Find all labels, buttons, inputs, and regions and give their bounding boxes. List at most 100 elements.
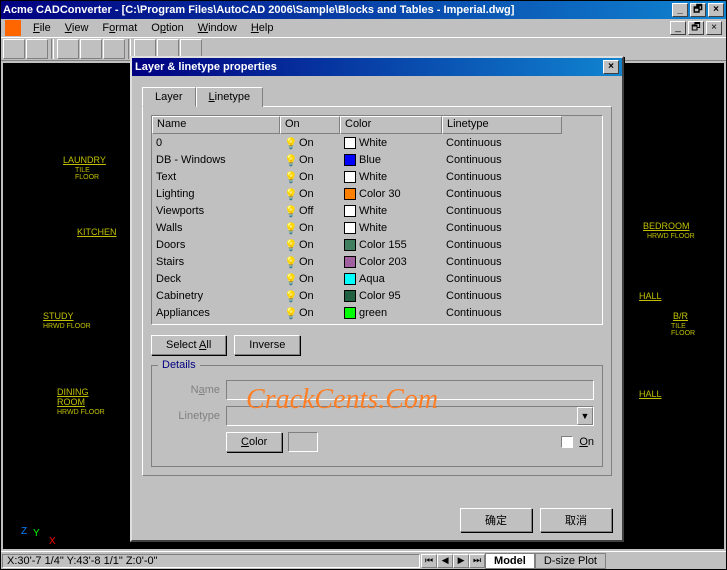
column-header-color[interactable]: Color (340, 116, 442, 134)
layer-row[interactable]: Deck💡OnAquaContinuous (152, 270, 602, 287)
toolbar-button[interactable] (26, 39, 48, 59)
layer-row[interactable]: Doors💡OnColor 155Continuous (152, 236, 602, 253)
layer-on-cell: 💡On (280, 137, 340, 149)
bulb-icon: 💡 (284, 188, 296, 200)
layer-color-cell: Color 203 (340, 256, 442, 268)
tab-nav-next[interactable]: ▶ (453, 554, 469, 568)
layer-name-cell: Appliances (152, 307, 280, 319)
bulb-icon: 💡 (284, 273, 296, 285)
layer-color-cell: White (340, 205, 442, 217)
color-swatch-icon (344, 290, 356, 302)
layer-name-cell: Stairs (152, 256, 280, 268)
layer-row[interactable]: DB - Windows💡OnBlueContinuous (152, 151, 602, 168)
room-label: B/R (673, 311, 688, 321)
dialog-close-button[interactable]: × (603, 60, 619, 74)
color-swatch-icon (344, 137, 356, 149)
layer-color-cell: Blue (340, 154, 442, 166)
tab-nav-first[interactable]: ⏮ (421, 554, 437, 568)
maximize-button[interactable]: 🗗 (690, 3, 706, 17)
inverse-button[interactable]: Inverse (234, 335, 300, 355)
layer-linetype-cell: Continuous (442, 222, 562, 234)
layer-color-cell: Aqua (340, 273, 442, 285)
column-header-name[interactable]: Name (152, 116, 280, 134)
layer-name-cell: Deck (152, 273, 280, 285)
room-sublabel: HRWD FLOOR (57, 409, 105, 416)
tab-nav-last[interactable]: ⏭ (469, 554, 485, 568)
menu-view[interactable]: View (59, 21, 95, 35)
layer-on-cell: 💡On (280, 188, 340, 200)
bulb-icon: 💡 (284, 256, 296, 268)
layer-row[interactable]: Cabinetry💡OnColor 95Continuous (152, 287, 602, 304)
column-header-on[interactable]: On (280, 116, 340, 134)
color-swatch-icon (344, 256, 356, 268)
room-label: DININGROOM (57, 387, 89, 407)
minimize-button[interactable]: _ (672, 3, 688, 17)
room-sublabel: TILEFLOOR (75, 167, 99, 181)
layer-linetype-cell: Continuous (442, 256, 562, 268)
layer-row[interactable]: Power💡OnFuchsiaContinuous (152, 321, 602, 324)
color-button[interactable]: Color (226, 432, 282, 452)
menu-help[interactable]: Help (245, 21, 280, 35)
ucs-z-axis: Z (21, 526, 27, 537)
linetype-label: Linetype (160, 410, 220, 422)
mdi-minimize-button[interactable]: _ (670, 21, 686, 35)
bulb-icon: 💡 (284, 171, 296, 183)
details-group: Details Name Linetype ▼ Color On (151, 365, 603, 467)
layout-tab-model[interactable]: Model (485, 553, 535, 569)
on-checkbox[interactable] (561, 436, 573, 448)
layer-row[interactable]: Stairs💡OnColor 203Continuous (152, 253, 602, 270)
toolbar-button[interactable] (57, 39, 79, 59)
cancel-button[interactable]: 取消 (540, 508, 612, 532)
menu-format[interactable]: Format (96, 21, 143, 35)
layer-row[interactable]: Walls💡OnWhiteContinuous (152, 219, 602, 236)
layer-row[interactable]: Appliances💡OngreenContinuous (152, 304, 602, 321)
layout-tab-dsize[interactable]: D-size Plot (535, 553, 606, 569)
name-field[interactable] (226, 380, 594, 400)
menu-option[interactable]: Option (145, 21, 189, 35)
room-label: LAUNDRY (63, 155, 106, 165)
bulb-icon: 💡 (284, 137, 296, 149)
layer-linetype-cell: Continuous (442, 171, 562, 183)
column-header-linetype[interactable]: Linetype (442, 116, 562, 134)
layer-row[interactable]: 0💡OnWhiteContinuous (152, 134, 602, 151)
layer-on-cell: 💡On (280, 222, 340, 234)
menu-window[interactable]: Window (192, 21, 243, 35)
tab-nav-prev[interactable]: ◀ (437, 554, 453, 568)
layer-row[interactable]: Lighting💡OnColor 30Continuous (152, 185, 602, 202)
title-bar: Acme CADConverter - [C:\Program Files\Au… (1, 1, 726, 19)
tab-layer[interactable]: Layer (142, 87, 196, 107)
ok-button[interactable]: 确定 (460, 508, 532, 532)
toolbar-button[interactable] (3, 39, 25, 59)
mdi-close-button[interactable]: × (706, 21, 722, 35)
layer-on-cell: 💡On (280, 239, 340, 251)
mdi-restore-button[interactable]: 🗗 (688, 21, 704, 35)
tab-linetype[interactable]: Linetype (196, 87, 264, 107)
select-all-button[interactable]: Select All (151, 335, 226, 355)
layer-name-cell: Walls (152, 222, 280, 234)
layer-on-cell: 💡On (280, 324, 340, 325)
layer-name-cell: Cabinetry (152, 290, 280, 302)
app-icon (5, 20, 21, 36)
close-button[interactable]: × (708, 3, 724, 17)
toolbar-button[interactable] (80, 39, 102, 59)
color-swatch-icon (344, 171, 356, 183)
color-swatch-icon (344, 307, 356, 319)
layer-grid-body[interactable]: 0💡OnWhiteContinuousDB - Windows💡OnBlueCo… (152, 134, 602, 324)
layer-on-cell: 💡On (280, 256, 340, 268)
color-swatch-icon (344, 154, 356, 166)
room-label: BEDROOM (643, 221, 690, 231)
layer-on-cell: 💡On (280, 154, 340, 166)
on-label: On (579, 436, 594, 448)
color-swatch-field[interactable] (288, 432, 318, 452)
room-sublabel: TILEFLOOR (671, 323, 695, 337)
dialog-title-bar[interactable]: Layer & linetype properties × (132, 58, 622, 76)
toolbar-button[interactable] (103, 39, 125, 59)
layer-row[interactable]: Viewports💡OffWhiteContinuous (152, 202, 602, 219)
menu-file[interactable]: File (27, 21, 57, 35)
room-label: HALL (639, 389, 662, 399)
linetype-combo[interactable]: ▼ (226, 406, 594, 426)
status-bar: X:30'-7 1/4" Y:43'-8 1/1" Z:0'-0" ⏮ ◀ ▶ … (1, 551, 726, 569)
layer-row[interactable]: Text💡OnWhiteContinuous (152, 168, 602, 185)
layer-linetype-cell: Continuous (442, 154, 562, 166)
bulb-icon: 💡 (284, 239, 296, 251)
